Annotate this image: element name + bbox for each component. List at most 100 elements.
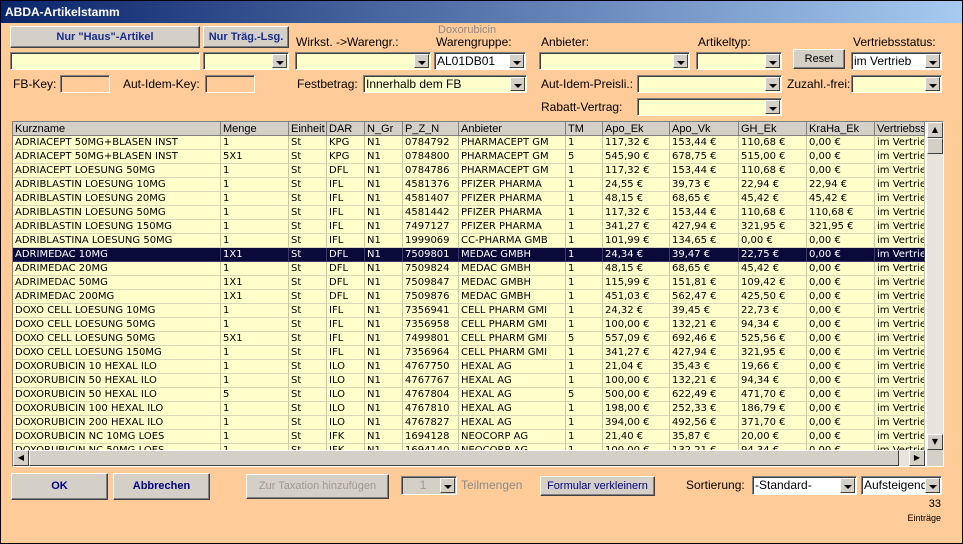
article-table[interactable]: Kurzname Menge Einheit DAR N_Gr P_Z_N Anbieter… xyxy=(12,121,944,467)
table-row[interactable]: DOXORUBICIN NC 10MG LOES 1 St IFK N1 1694128 N… xyxy=(13,430,925,444)
horizontal-scrollbar[interactable]: ◀ ▶ xyxy=(13,450,925,466)
chevron-down-icon[interactable] xyxy=(765,54,780,68)
table-cell: PFIZER PHARMA xyxy=(459,192,566,206)
aut-idem-preisli-select[interactable] xyxy=(637,75,782,93)
table-cell: IFL xyxy=(327,304,365,318)
chevron-down-icon[interactable] xyxy=(765,100,780,114)
chevron-down-icon[interactable] xyxy=(925,54,940,68)
table-row[interactable]: DOXO CELL LOESUNG 50MG 1 St IFL N1 7356958 CEL… xyxy=(13,318,925,332)
scroll-thumb[interactable] xyxy=(927,138,943,154)
table-row[interactable]: DOXO CELL LOESUNG 10MG 1 St IFL N1 7356941 CEL… xyxy=(13,304,925,318)
traeg-lsg-select[interactable] xyxy=(203,52,289,70)
table-cell: 45,42 € xyxy=(739,262,807,276)
abbrechen-button[interactable]: Abbrechen xyxy=(113,473,210,500)
table-cell: 0,00 € xyxy=(807,262,875,276)
hscroll-thumb[interactable] xyxy=(29,450,899,466)
chevron-down-icon[interactable] xyxy=(673,54,688,68)
artikeltyp-select[interactable] xyxy=(696,52,782,70)
table-cell: 1 xyxy=(566,430,603,444)
table-row[interactable]: ADRIMEDAC 50MG 1X1 St DFL N1 7509847 MEDAC GMB… xyxy=(13,276,925,290)
chevron-down-icon[interactable] xyxy=(272,54,287,68)
scroll-down-icon[interactable]: ▼ xyxy=(927,434,943,450)
chevron-down-icon[interactable] xyxy=(414,54,429,68)
column-header[interactable]: N_Gr xyxy=(365,122,403,136)
table-row[interactable]: ADRIBLASTINA LOESUNG 50MG 1 St IFL N1 1999069… xyxy=(13,234,925,248)
chevron-down-icon[interactable] xyxy=(510,77,525,91)
table-row[interactable]: ADRIACEPT LOESUNG 50MG 1 St DFL N1 0784786 PHA… xyxy=(13,164,925,178)
festbetrag-select[interactable]: Innerhalb dem FB xyxy=(363,75,527,93)
ok-button[interactable]: OK xyxy=(11,473,108,500)
table-row[interactable]: DOXORUBICIN 200 HEXAL ILO 1 St ILO N1 4767827… xyxy=(13,416,925,430)
haus-artikel-input[interactable] xyxy=(10,52,200,70)
column-header[interactable]: DAR xyxy=(327,122,365,136)
teilmengen-select[interactable]: 1 xyxy=(401,476,457,495)
chevron-down-icon[interactable] xyxy=(765,77,780,91)
table-row[interactable]: DOXO CELL LOESUNG 150MG 1 St IFL N1 7356964 CE… xyxy=(13,346,925,360)
vertriebsstatus-select[interactable]: im Vertrieb xyxy=(851,52,942,70)
nur-haus-artikel-button[interactable]: Nur "Haus"-Artikel xyxy=(10,26,200,48)
table-row[interactable]: ADRIBLASTIN LOESUNG 150MG 1 St IFL N1 7497127… xyxy=(13,220,925,234)
column-header[interactable]: Apo_Vk xyxy=(670,122,739,136)
scroll-right-icon[interactable]: ▶ xyxy=(909,450,925,466)
chevron-down-icon[interactable] xyxy=(925,77,940,91)
chevron-down-icon[interactable] xyxy=(840,478,855,493)
table-row[interactable]: DOXORUBICIN 100 HEXAL ILO 1 St ILO N1 4767810… xyxy=(13,402,925,416)
column-header[interactable]: Anbieter xyxy=(459,122,566,136)
table-row[interactable]: ADRIBLASTIN LOESUNG 50MG 1 St IFL N1 4581442 P… xyxy=(13,206,925,220)
reset-button[interactable]: Reset xyxy=(793,49,845,69)
formular-verkleinern-button[interactable]: Formular verkleinern xyxy=(540,476,655,496)
column-header[interactable]: Einheit xyxy=(289,122,327,136)
table-cell: IFL xyxy=(327,234,365,248)
sortierung-select[interactable]: -Standard- xyxy=(752,476,857,495)
table-cell: 117,32 € xyxy=(603,164,670,178)
rabatt-vertrag-select[interactable] xyxy=(637,98,782,116)
nur-traeg-lsg-button[interactable]: Nur Träg.-Lsg. xyxy=(203,26,289,48)
column-header[interactable]: TM xyxy=(566,122,603,136)
scroll-left-icon[interactable]: ◀ xyxy=(13,450,29,466)
zur-taxation-hinzufuegen-button[interactable]: Zur Taxation hinzufügen xyxy=(246,474,389,499)
column-header[interactable]: GH_Ek xyxy=(739,122,807,136)
aut-idem-key-input[interactable] xyxy=(205,75,255,93)
column-header[interactable]: Vertriebssta xyxy=(875,122,925,136)
column-header[interactable]: P_Z_N xyxy=(403,122,459,136)
table-cell: 0,00 € xyxy=(807,304,875,318)
table-cell: IFL xyxy=(327,178,365,192)
warengruppe-select[interactable]: AL01DB01 xyxy=(434,52,526,70)
table-cell: IFL xyxy=(327,220,365,234)
table-cell: N1 xyxy=(365,332,403,346)
zuzahl-frei-select[interactable] xyxy=(851,75,942,93)
table-cell: HEXAL AG xyxy=(459,388,566,402)
table-row[interactable]: ADRIBLASTIN LOESUNG 10MG 1 St IFL N1 4581376 P… xyxy=(13,178,925,192)
chevron-down-icon[interactable] xyxy=(509,54,524,68)
table-row[interactable]: DOXORUBICIN 50 HEXAL ILO 1 St ILO N1 4767767 H… xyxy=(13,374,925,388)
chevron-down-icon[interactable] xyxy=(925,478,940,493)
column-header[interactable]: Kurzname xyxy=(13,122,221,136)
table-cell: 0784800 xyxy=(403,150,459,164)
table-row[interactable]: ADRIMEDAC 10MG 1X1 St DFL N1 7509801 MEDAC GMB… xyxy=(13,248,925,262)
chevron-down-icon[interactable] xyxy=(440,478,455,493)
table-row[interactable]: DOXO CELL LOESUNG 50MG 5X1 St IFL N1 7499801 C… xyxy=(13,332,925,346)
table-row[interactable]: ADRIACEPT 50MG+BLASEN INST 5X1 St KPG N1 0784… xyxy=(13,150,925,164)
table-cell: PHARMACEPT GM xyxy=(459,150,566,164)
wirkst-select[interactable] xyxy=(295,52,431,70)
order-select[interactable]: Aufsteigend xyxy=(861,476,942,495)
vertical-scrollbar[interactable]: ▲ ▼ xyxy=(927,122,943,450)
table-cell: ADRIMEDAC 200MG xyxy=(13,290,221,304)
table-cell: 1 xyxy=(566,290,603,304)
column-header[interactable]: KraHa_Ek xyxy=(807,122,875,136)
table-row[interactable]: ADRIACEPT 50MG+BLASEN INST 1 St KPG N1 078479… xyxy=(13,136,925,150)
table-row[interactable]: ADRIMEDAC 200MG 1X1 St DFL N1 7509876 MEDAC GM… xyxy=(13,290,925,304)
fb-key-input[interactable] xyxy=(60,75,110,93)
scroll-up-icon[interactable]: ▲ xyxy=(927,122,943,138)
anbieter-select[interactable] xyxy=(539,52,690,70)
table-row[interactable]: ADRIMEDAC 20MG 1 St DFL N1 7509824 MEDAC GMBH 1… xyxy=(13,262,925,276)
table-row[interactable]: DOXORUBICIN 50 HEXAL ILO 5 St ILO N1 4767804 H… xyxy=(13,388,925,402)
table-cell: ILO xyxy=(327,374,365,388)
table-cell: 68,65 € xyxy=(670,262,739,276)
table-row[interactable]: ADRIBLASTIN LOESUNG 20MG 1 St IFL N1 4581407 P… xyxy=(13,192,925,206)
table-cell: PFIZER PHARMA xyxy=(459,178,566,192)
table-row[interactable]: DOXORUBICIN 10 HEXAL ILO 1 St ILO N1 4767750 H… xyxy=(13,360,925,374)
column-header[interactable]: Apo_Ek xyxy=(603,122,670,136)
column-header[interactable]: Menge xyxy=(221,122,289,136)
table-cell: St xyxy=(289,276,327,290)
